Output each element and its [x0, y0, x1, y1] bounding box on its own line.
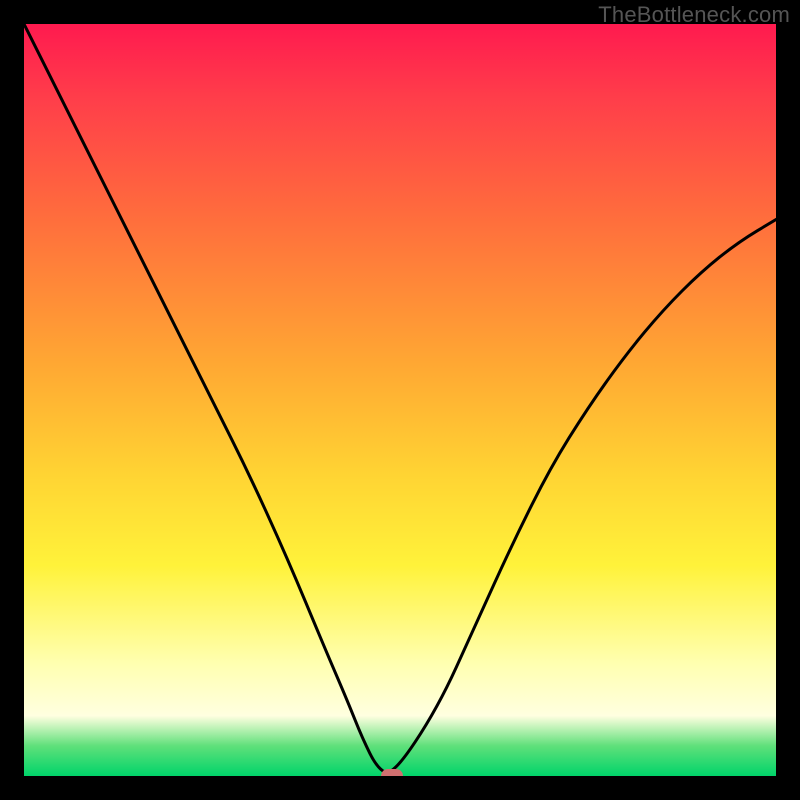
chart-frame: TheBottleneck.com [0, 0, 800, 800]
bottleneck-curve [24, 24, 776, 776]
plot-area [24, 24, 776, 776]
optimal-point-marker [381, 769, 403, 776]
